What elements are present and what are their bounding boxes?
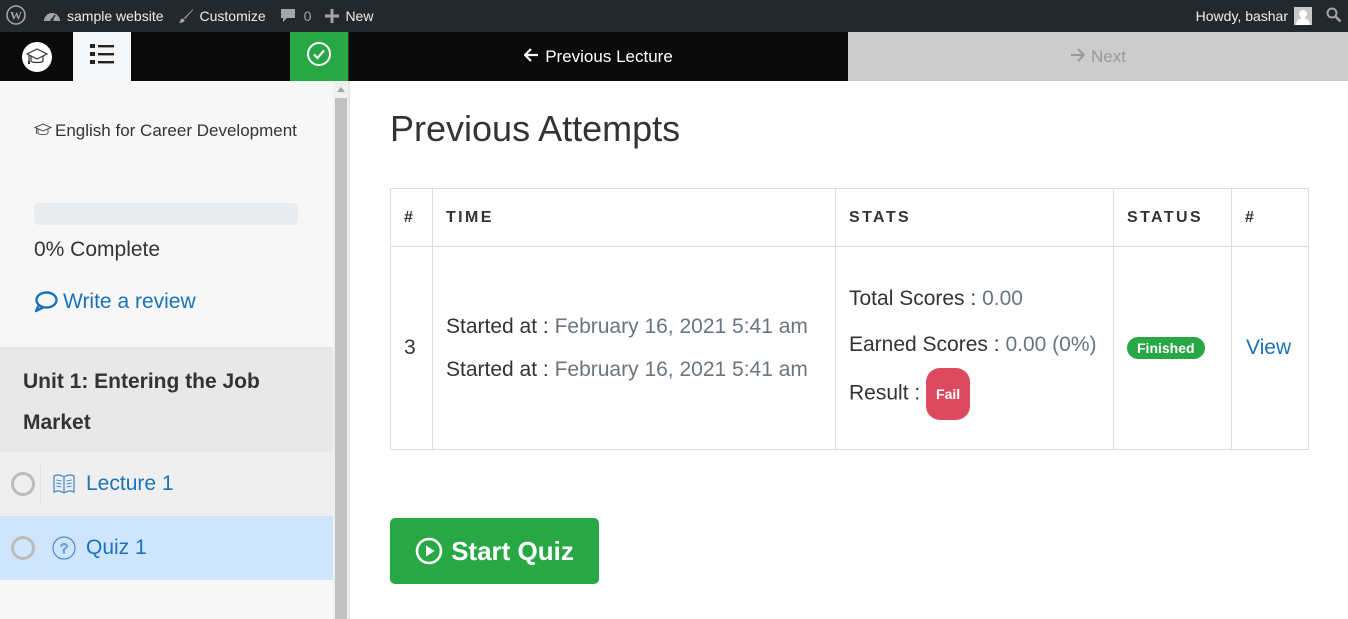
status-badge: Finished xyxy=(1127,337,1205,360)
next-label: Next xyxy=(1091,46,1126,66)
attempt-time: Started at : February 16, 2021 5:41 am S… xyxy=(432,246,836,450)
toggle-sidebar-button[interactable] xyxy=(73,32,131,81)
graduation-cap-icon xyxy=(33,118,53,145)
next-button[interactable]: Next xyxy=(848,32,1348,81)
comments-link[interactable]: 0 xyxy=(273,0,319,32)
result: Result : Fail xyxy=(849,368,1100,420)
attempts-table: # TIME STATS STATUS # 3 Started at : Feb… xyxy=(390,188,1309,450)
earned-scores: Earned Scores : 0.00 (0%) xyxy=(849,333,1097,356)
page-title: Previous Attempts xyxy=(390,108,681,149)
unit-title: Unit 1: Entering the Job Market xyxy=(0,347,333,452)
start-quiz-label: Start Quiz xyxy=(451,535,574,566)
column-header-stats: STATS xyxy=(835,188,1114,247)
comment-icon xyxy=(280,8,296,24)
my-account-link[interactable]: Howdy, bashar xyxy=(1189,0,1319,32)
play-circle-icon xyxy=(415,537,443,565)
start-quiz-button[interactable]: Start Quiz xyxy=(390,518,599,584)
attempt-number: 3 xyxy=(390,246,433,450)
table-header-row: # TIME STATS STATUS # xyxy=(390,188,1309,247)
attempt-action: View xyxy=(1231,246,1309,450)
plus-icon xyxy=(325,9,340,23)
comment-icon xyxy=(34,291,58,313)
sidebar-scrollbar[interactable] xyxy=(333,81,348,619)
column-header-time: TIME xyxy=(432,188,836,247)
svg-text:?: ? xyxy=(60,540,68,556)
list-icon xyxy=(90,43,114,70)
avatar xyxy=(1294,7,1312,25)
new-content-link[interactable]: New xyxy=(318,0,380,32)
course-sidebar: English for Career Development 0% Comple… xyxy=(0,81,333,619)
wordpress-icon: W xyxy=(6,4,26,28)
wp-admin-bar: W sample website Customize 0 New Howdy, … xyxy=(0,0,1348,32)
lesson-top-nav: Previous Lecture Next xyxy=(0,32,1348,81)
attempt-stats: Total Scores : 0.00 Earned Scores : 0.00… xyxy=(835,246,1114,450)
view-attempt-link[interactable]: View xyxy=(1245,336,1291,359)
attempt-status: Finished xyxy=(1113,246,1232,450)
arrow-right-icon xyxy=(1070,47,1086,67)
write-review-link[interactable]: Write a review xyxy=(34,290,196,314)
write-review-label: Write a review xyxy=(63,290,196,313)
scroll-up-arrow-icon[interactable] xyxy=(337,87,345,92)
previous-lecture-label: Previous Lecture xyxy=(545,46,673,66)
previous-lecture-button[interactable]: Previous Lecture xyxy=(348,32,848,81)
arrow-left-icon xyxy=(523,47,539,67)
scrollbar-thumb[interactable] xyxy=(335,98,347,619)
sidebar-item-lecture-1[interactable]: Lecture 1 xyxy=(0,452,333,516)
progress-label: 0% Complete xyxy=(34,238,161,261)
search-button[interactable] xyxy=(1319,0,1348,32)
brush-icon xyxy=(178,8,194,24)
greeting: Howdy, bashar xyxy=(1195,8,1288,24)
new-label: New xyxy=(345,8,374,24)
site-name: sample website xyxy=(67,8,164,24)
graduation-cap-icon xyxy=(21,41,52,72)
column-header-status: STATUS xyxy=(1113,188,1232,247)
completion-radio[interactable] xyxy=(11,536,35,560)
mark-complete-button[interactable] xyxy=(290,32,348,81)
sidebar-item-label: Quiz 1 xyxy=(86,536,147,559)
dashboard-icon xyxy=(43,9,61,23)
total-scores: Total Scores : 0.00 xyxy=(849,287,1023,310)
question-circle-icon: ? xyxy=(52,536,76,560)
course-progress-bar xyxy=(34,203,298,225)
column-header-action: # xyxy=(1231,188,1309,247)
course-title: English for Career Development xyxy=(33,117,304,145)
time-line: Started at : February 16, 2021 5:41 am xyxy=(446,315,808,338)
completion-radio[interactable] xyxy=(11,472,35,496)
site-name-link[interactable]: sample website xyxy=(36,0,171,32)
customize-label: Customize xyxy=(199,8,266,24)
sidebar-item-quiz-1[interactable]: ? Quiz 1 xyxy=(0,516,333,580)
table-row: 3 Started at : February 16, 2021 5:41 am… xyxy=(390,246,1309,450)
course-title-text: English for Career Development xyxy=(55,121,297,140)
column-header-number: # xyxy=(390,188,433,247)
book-icon xyxy=(52,473,76,495)
time-line: Started at : February 16, 2021 5:41 am xyxy=(446,358,808,381)
sidebar-item-label: Lecture 1 xyxy=(86,472,174,495)
result-badge: Fail xyxy=(926,368,971,420)
wordpress-logo-button[interactable]: W xyxy=(0,0,36,32)
customize-link[interactable]: Customize xyxy=(171,0,273,32)
course-logo[interactable] xyxy=(0,32,73,81)
svg-text:W: W xyxy=(10,8,22,22)
search-icon xyxy=(1326,7,1342,26)
comments-count: 0 xyxy=(303,8,312,24)
check-circle-icon xyxy=(306,41,332,72)
